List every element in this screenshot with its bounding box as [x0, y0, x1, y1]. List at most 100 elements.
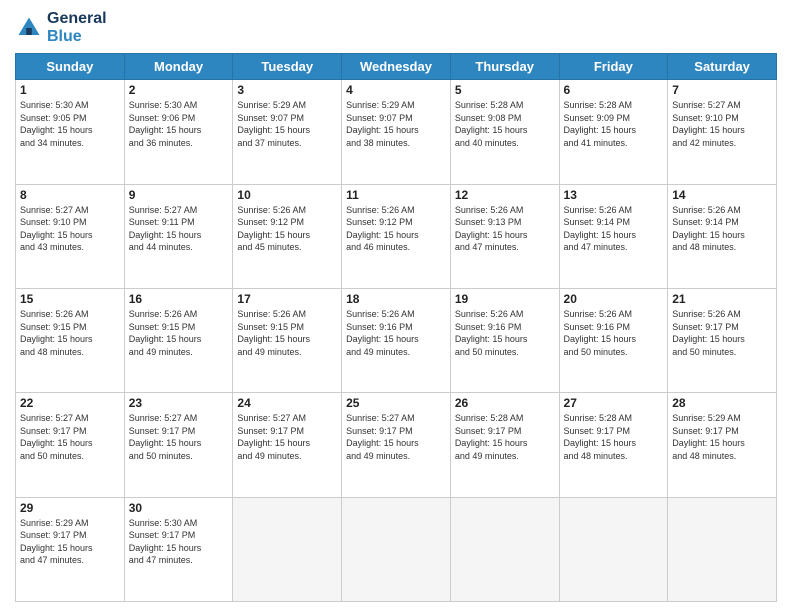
day-number: 9: [129, 188, 229, 202]
day-number: 21: [672, 292, 772, 306]
calendar-cell: 9 Sunrise: 5:27 AM Sunset: 9:11 PM Daylig…: [124, 184, 233, 288]
day-number: 19: [455, 292, 555, 306]
day-info: Sunrise: 5:26 AM Sunset: 9:14 PM Dayligh…: [564, 204, 664, 254]
day-number: 26: [455, 396, 555, 410]
day-info: Sunrise: 5:26 AM Sunset: 9:12 PM Dayligh…: [237, 204, 337, 254]
day-info: Sunrise: 5:27 AM Sunset: 9:17 PM Dayligh…: [129, 412, 229, 462]
day-info: Sunrise: 5:29 AM Sunset: 9:17 PM Dayligh…: [672, 412, 772, 462]
day-number: 14: [672, 188, 772, 202]
calendar-cell: 28 Sunrise: 5:29 AM Sunset: 9:17 PM Dayli…: [668, 393, 777, 497]
day-info: Sunrise: 5:28 AM Sunset: 9:09 PM Dayligh…: [564, 99, 664, 149]
day-info: Sunrise: 5:26 AM Sunset: 9:14 PM Dayligh…: [672, 204, 772, 254]
day-info: Sunrise: 5:27 AM Sunset: 9:17 PM Dayligh…: [346, 412, 446, 462]
calendar-cell: 29 Sunrise: 5:29 AM Sunset: 9:17 PM Dayli…: [16, 497, 125, 601]
calendar-cell: 3 Sunrise: 5:29 AM Sunset: 9:07 PM Daylig…: [233, 80, 342, 184]
day-info: Sunrise: 5:29 AM Sunset: 9:17 PM Dayligh…: [20, 517, 120, 567]
calendar-cell: 23 Sunrise: 5:27 AM Sunset: 9:17 PM Dayli…: [124, 393, 233, 497]
header-tuesday: Tuesday: [233, 54, 342, 80]
calendar-cell: [342, 497, 451, 601]
calendar-cell: 7 Sunrise: 5:27 AM Sunset: 9:10 PM Daylig…: [668, 80, 777, 184]
day-number: 28: [672, 396, 772, 410]
calendar-cell: [233, 497, 342, 601]
logo: General Blue: [15, 10, 107, 45]
day-info: Sunrise: 5:27 AM Sunset: 9:17 PM Dayligh…: [237, 412, 337, 462]
header-wednesday: Wednesday: [342, 54, 451, 80]
calendar-cell: 8 Sunrise: 5:27 AM Sunset: 9:10 PM Daylig…: [16, 184, 125, 288]
day-info: Sunrise: 5:27 AM Sunset: 9:11 PM Dayligh…: [129, 204, 229, 254]
day-info: Sunrise: 5:26 AM Sunset: 9:15 PM Dayligh…: [20, 308, 120, 358]
calendar-cell: [559, 497, 668, 601]
day-info: Sunrise: 5:28 AM Sunset: 9:08 PM Dayligh…: [455, 99, 555, 149]
calendar-cell: 10 Sunrise: 5:26 AM Sunset: 9:12 PM Dayli…: [233, 184, 342, 288]
calendar-row-3: 15Sunrise: 5:26 AM Sunset: 9:15 PM Dayli…: [16, 288, 777, 392]
calendar-row-5: 29 Sunrise: 5:29 AM Sunset: 9:17 PM Dayli…: [16, 497, 777, 601]
day-info: Sunrise: 5:29 AM Sunset: 9:07 PM Dayligh…: [237, 99, 337, 149]
day-number: 5: [455, 83, 555, 97]
header-friday: Friday: [559, 54, 668, 80]
calendar-cell: 5 Sunrise: 5:28 AM Sunset: 9:08 PM Daylig…: [450, 80, 559, 184]
day-info: Sunrise: 5:29 AM Sunset: 9:07 PM Dayligh…: [346, 99, 446, 149]
day-number: 10: [237, 188, 337, 202]
calendar-cell: 15Sunrise: 5:26 AM Sunset: 9:15 PM Dayli…: [16, 288, 125, 392]
day-number: 3: [237, 83, 337, 97]
logo-icon: [15, 14, 43, 42]
calendar-cell: 20Sunrise: 5:26 AM Sunset: 9:16 PM Dayli…: [559, 288, 668, 392]
calendar-cell: 22 Sunrise: 5:27 AM Sunset: 9:17 PM Dayli…: [16, 393, 125, 497]
day-info: Sunrise: 5:26 AM Sunset: 9:16 PM Dayligh…: [564, 308, 664, 358]
calendar-cell: 12 Sunrise: 5:26 AM Sunset: 9:13 PM Dayli…: [450, 184, 559, 288]
header-saturday: Saturday: [668, 54, 777, 80]
header-sunday: Sunday: [16, 54, 125, 80]
day-info: Sunrise: 5:26 AM Sunset: 9:16 PM Dayligh…: [455, 308, 555, 358]
calendar-cell: 16 Sunrise: 5:26 AM Sunset: 9:15 PM Dayli…: [124, 288, 233, 392]
day-number: 13: [564, 188, 664, 202]
header: General Blue: [15, 10, 777, 45]
calendar-cell: 1Sunrise: 5:30 AM Sunset: 9:05 PM Daylig…: [16, 80, 125, 184]
calendar-cell: 13 Sunrise: 5:26 AM Sunset: 9:14 PM Dayli…: [559, 184, 668, 288]
calendar-cell: 19 Sunrise: 5:26 AM Sunset: 9:16 PM Dayli…: [450, 288, 559, 392]
calendar-body: 1Sunrise: 5:30 AM Sunset: 9:05 PM Daylig…: [16, 80, 777, 602]
day-info: Sunrise: 5:26 AM Sunset: 9:13 PM Dayligh…: [455, 204, 555, 254]
calendar-row-2: 8 Sunrise: 5:27 AM Sunset: 9:10 PM Daylig…: [16, 184, 777, 288]
calendar-cell: 21Sunrise: 5:26 AM Sunset: 9:17 PM Dayli…: [668, 288, 777, 392]
day-info: Sunrise: 5:28 AM Sunset: 9:17 PM Dayligh…: [564, 412, 664, 462]
calendar-cell: 17Sunrise: 5:26 AM Sunset: 9:15 PM Dayli…: [233, 288, 342, 392]
day-number: 16: [129, 292, 229, 306]
day-info: Sunrise: 5:27 AM Sunset: 9:10 PM Dayligh…: [672, 99, 772, 149]
day-number: 12: [455, 188, 555, 202]
calendar-cell: [450, 497, 559, 601]
weekday-header-row: Sunday Monday Tuesday Wednesday Thursday…: [16, 54, 777, 80]
day-info: Sunrise: 5:30 AM Sunset: 9:17 PM Dayligh…: [129, 517, 229, 567]
day-number: 25: [346, 396, 446, 410]
day-info: Sunrise: 5:27 AM Sunset: 9:10 PM Dayligh…: [20, 204, 120, 254]
day-number: 8: [20, 188, 120, 202]
calendar-table: Sunday Monday Tuesday Wednesday Thursday…: [15, 53, 777, 602]
day-number: 30: [129, 501, 229, 515]
logo-general: General: [47, 10, 107, 28]
day-info: Sunrise: 5:28 AM Sunset: 9:17 PM Dayligh…: [455, 412, 555, 462]
logo-blue: Blue: [47, 28, 107, 46]
page: General Blue Sunday Monday Tuesday Wedne…: [0, 0, 792, 612]
day-number: 29: [20, 501, 120, 515]
day-info: Sunrise: 5:26 AM Sunset: 9:15 PM Dayligh…: [129, 308, 229, 358]
calendar-cell: 14 Sunrise: 5:26 AM Sunset: 9:14 PM Dayli…: [668, 184, 777, 288]
calendar-cell: 6Sunrise: 5:28 AM Sunset: 9:09 PM Daylig…: [559, 80, 668, 184]
day-number: 27: [564, 396, 664, 410]
day-number: 23: [129, 396, 229, 410]
day-info: Sunrise: 5:27 AM Sunset: 9:17 PM Dayligh…: [20, 412, 120, 462]
calendar-cell: [668, 497, 777, 601]
calendar-row-1: 1Sunrise: 5:30 AM Sunset: 9:05 PM Daylig…: [16, 80, 777, 184]
calendar-cell: 27 Sunrise: 5:28 AM Sunset: 9:17 PM Dayli…: [559, 393, 668, 497]
day-number: 24: [237, 396, 337, 410]
calendar-cell: 24 Sunrise: 5:27 AM Sunset: 9:17 PM Dayli…: [233, 393, 342, 497]
day-number: 4: [346, 83, 446, 97]
calendar-cell: 18Sunrise: 5:26 AM Sunset: 9:16 PM Dayli…: [342, 288, 451, 392]
day-number: 7: [672, 83, 772, 97]
day-number: 17: [237, 292, 337, 306]
header-thursday: Thursday: [450, 54, 559, 80]
day-number: 2: [129, 83, 229, 97]
day-info: Sunrise: 5:26 AM Sunset: 9:12 PM Dayligh…: [346, 204, 446, 254]
calendar-cell: 26 Sunrise: 5:28 AM Sunset: 9:17 PM Dayli…: [450, 393, 559, 497]
calendar-cell: 25 Sunrise: 5:27 AM Sunset: 9:17 PM Dayli…: [342, 393, 451, 497]
day-number: 11: [346, 188, 446, 202]
day-number: 22: [20, 396, 120, 410]
